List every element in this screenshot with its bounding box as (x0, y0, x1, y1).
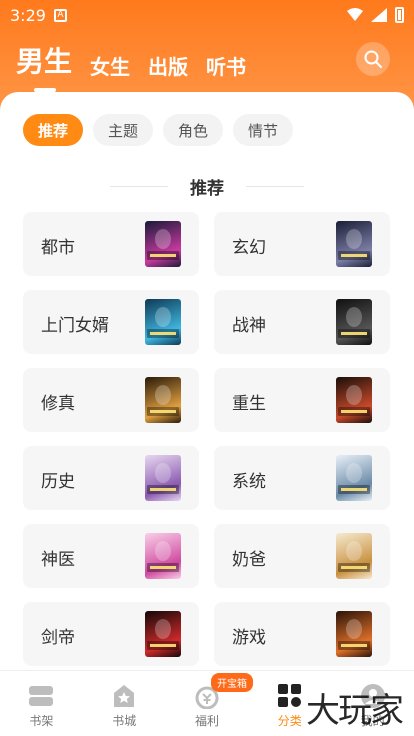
category-label: 历史 (41, 472, 75, 492)
book-cover-image (145, 611, 181, 657)
watermark-logo: 大玩家 (306, 691, 404, 731)
book-cover-image (145, 299, 181, 345)
search-icon (364, 50, 382, 68)
book-cover-image (336, 377, 372, 423)
tab-publish[interactable]: 出版 (148, 51, 188, 80)
treasure-badge: 开宝箱 (210, 673, 253, 692)
status-icons (347, 7, 404, 23)
book-cover-image (336, 299, 372, 345)
book-cover-image (145, 221, 181, 267)
category-label: 奶爸 (232, 550, 266, 570)
book-cover-image (145, 377, 181, 423)
category-icon (277, 684, 301, 707)
category-card[interactable]: 玄幻 (214, 212, 390, 276)
category-card[interactable]: 战神 (214, 290, 390, 354)
section-title: 推荐 (190, 179, 224, 199)
book-cover-image (336, 611, 372, 657)
chip-recommend[interactable]: 推荐 (23, 114, 84, 146)
section-header: 推荐 (0, 174, 414, 199)
book-cover-image (145, 533, 181, 579)
category-label: 系统 (232, 472, 266, 492)
tab-audiobook[interactable]: 听书 (206, 51, 246, 80)
book-cover-image (145, 455, 181, 501)
category-card[interactable]: 游戏 (214, 602, 390, 666)
gender-tabs: 男生 女生 出版 听书 (16, 40, 246, 92)
category-panel: 推荐 主题 角色 情节 推荐 都市 玄幻上门女婿 战神修真 重生历史 系统神医 奶爸剑帝 游… (0, 92, 414, 670)
nav-label: 福利 (194, 714, 219, 728)
category-card[interactable]: 修真 (23, 368, 199, 432)
category-card[interactable]: 历史 (23, 446, 199, 510)
category-label: 重生 (232, 394, 266, 414)
wifi-icon (347, 8, 363, 21)
category-label: 剑帝 (41, 628, 75, 648)
nav-label: 分类 (277, 714, 302, 728)
category-label: 都市 (41, 238, 75, 258)
category-card[interactable]: 上门女婿 (23, 290, 199, 354)
chip-role[interactable]: 角色 (163, 114, 224, 146)
divider-left (110, 186, 168, 187)
category-label: 上门女婿 (41, 316, 109, 336)
nav-welfare[interactable]: 开宝箱 福利 (166, 671, 253, 736)
filter-chips: 推荐 主题 角色 情节 (23, 114, 294, 146)
nav-label: 书架 (29, 714, 54, 728)
category-label: 玄幻 (232, 238, 266, 258)
category-card[interactable]: 剑帝 (23, 602, 199, 666)
bookshelf-icon (29, 686, 54, 706)
signal-icon (371, 8, 387, 22)
book-cover-image (336, 221, 372, 267)
bottom-nav: 书架 书城 开宝箱 福利 分类 我的 大玩家 (0, 670, 414, 736)
search-button[interactable] (356, 42, 390, 76)
book-cover-image (336, 533, 372, 579)
category-label: 战神 (232, 316, 266, 336)
status-time: 3:29 (10, 5, 46, 25)
nav-label: 书城 (112, 714, 137, 728)
category-card[interactable]: 神医 (23, 524, 199, 588)
store-icon (114, 685, 135, 707)
divider-right (246, 186, 304, 187)
nav-store[interactable]: 书城 (83, 671, 166, 736)
battery-icon (395, 7, 404, 23)
book-cover-image (336, 455, 372, 501)
status-bar: 3:29 A (0, 0, 414, 30)
nav-bookshelf[interactable]: 书架 (0, 671, 83, 736)
category-label: 游戏 (232, 628, 266, 648)
category-card[interactable]: 系统 (214, 446, 390, 510)
category-label: 神医 (41, 550, 75, 570)
category-card[interactable]: 奶爸 (214, 524, 390, 588)
chip-theme[interactable]: 主题 (93, 114, 154, 146)
category-card[interactable]: 重生 (214, 368, 390, 432)
tab-female[interactable]: 女生 (90, 51, 130, 80)
chip-plot[interactable]: 情节 (233, 114, 294, 146)
category-grid: 都市 玄幻上门女婿 战神修真 重生历史 系统神医 奶爸剑帝 游戏 (23, 212, 391, 666)
category-card[interactable]: 都市 (23, 212, 199, 276)
sim-icon: A (53, 8, 67, 22)
category-label: 修真 (41, 394, 75, 414)
tab-male[interactable]: 男生 (16, 40, 72, 92)
